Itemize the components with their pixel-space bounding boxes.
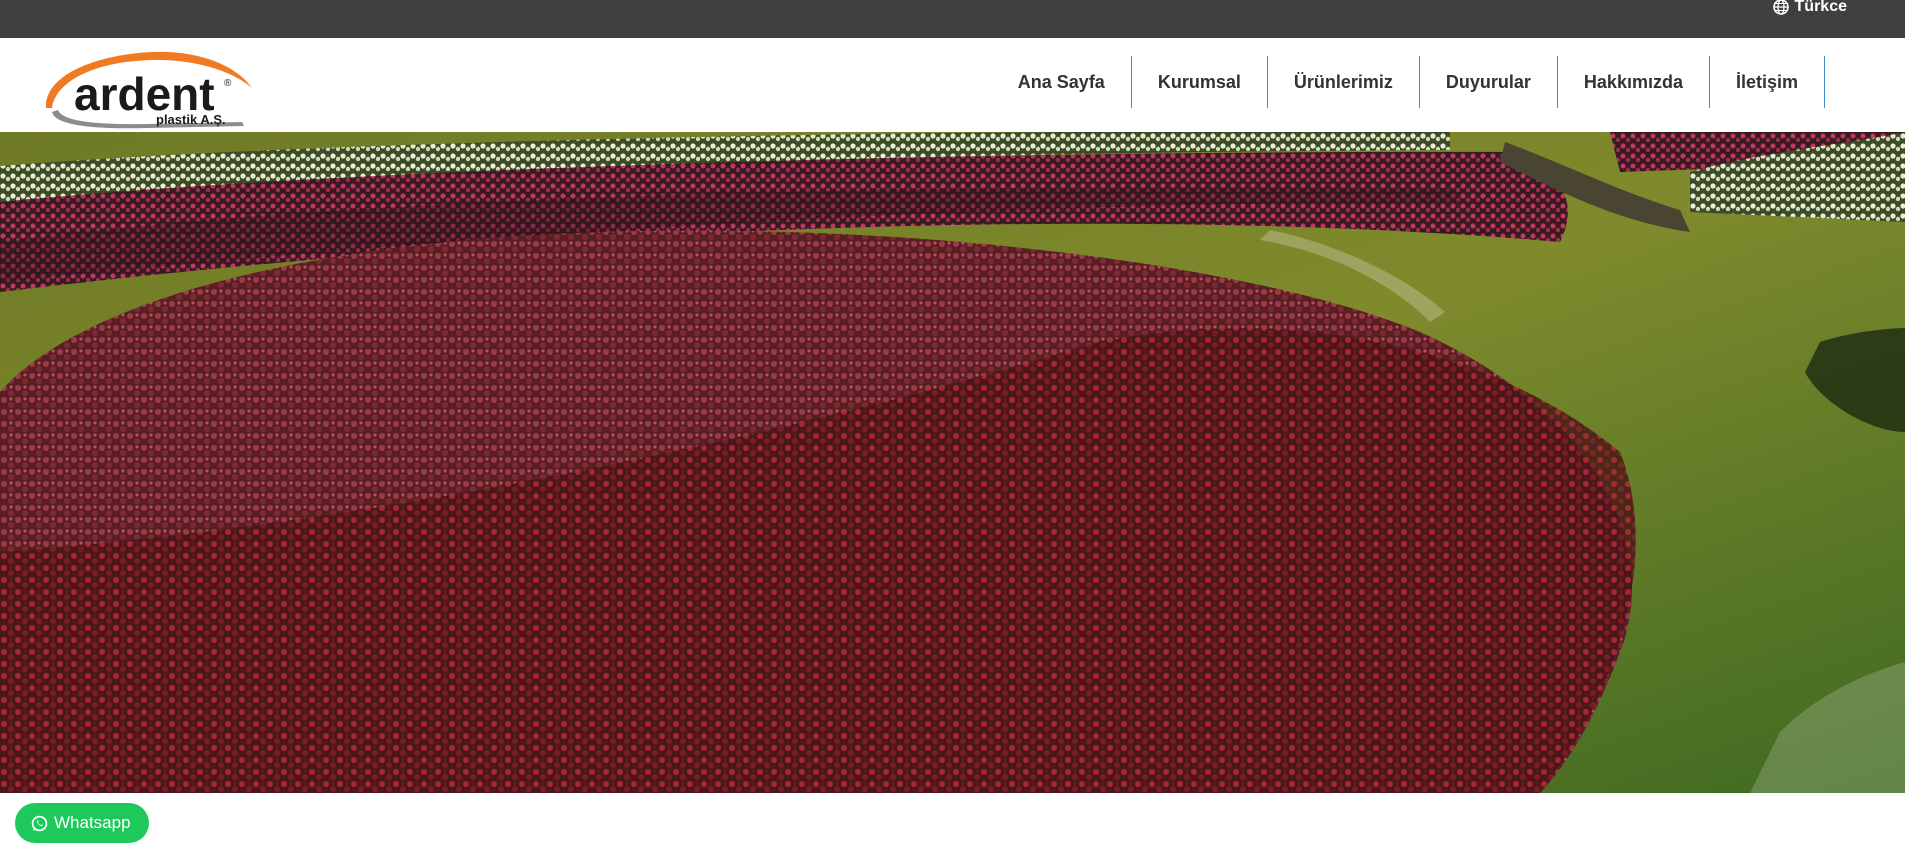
language-selector[interactable]: Türkce [1772, 0, 1847, 15]
main-nav: Ana Sayfa Kurumsal Ürünlerimiz Duyurular… [992, 56, 1825, 108]
site-header: ardent ® plastik A.Ş. Ana Sayfa Kurumsal… [0, 38, 1905, 132]
top-bar: Türkce [0, 0, 1905, 38]
brand-subtitle: plastik A.Ş. [156, 112, 226, 127]
language-label: Türkce [1794, 0, 1847, 15]
whatsapp-label: Whatsapp [54, 813, 131, 832]
ardent-logo[interactable]: ardent ® plastik A.Ş. [38, 46, 258, 130]
nav-item-kurumsal[interactable]: Kurumsal [1132, 56, 1268, 108]
nav-item-hakkimizda[interactable]: Hakkımızda [1558, 56, 1710, 108]
whatsapp-icon [31, 815, 48, 831]
nav-item-iletisim[interactable]: İletişim [1710, 56, 1825, 108]
nav-item-duyurular[interactable]: Duyurular [1420, 56, 1558, 108]
globe-icon [1772, 0, 1789, 15]
tulip-field-image [0, 132, 1905, 793]
nav-item-ana-sayfa[interactable]: Ana Sayfa [992, 56, 1132, 108]
whatsapp-button[interactable]: Whatsapp [15, 803, 149, 843]
nav-item-urunlerimiz[interactable]: Ürünlerimiz [1268, 56, 1420, 108]
hero-banner [0, 132, 1905, 793]
brand-mark: ® [224, 78, 232, 89]
